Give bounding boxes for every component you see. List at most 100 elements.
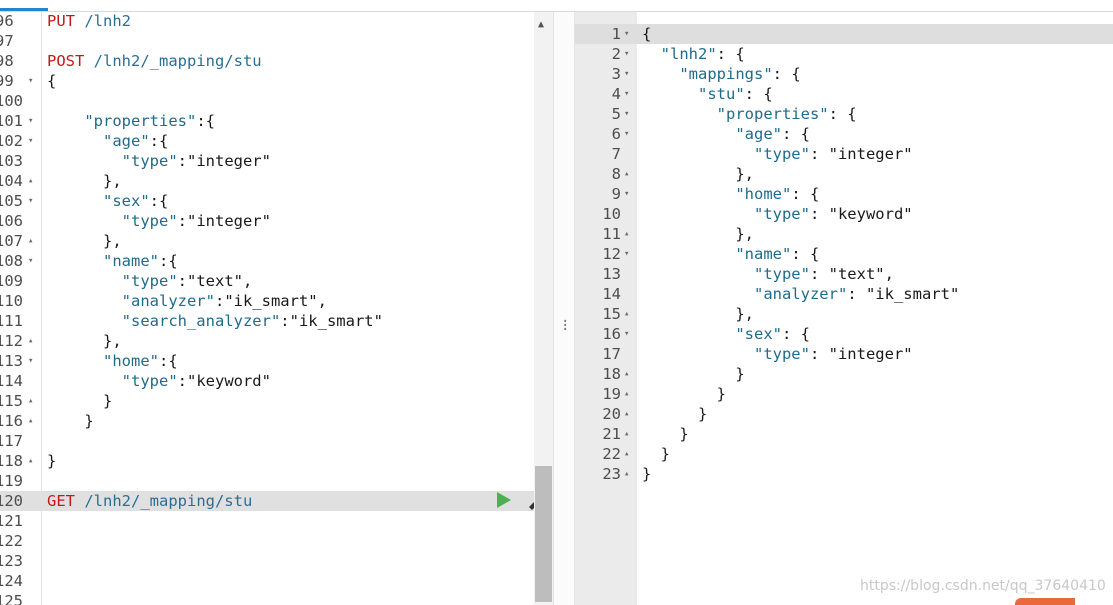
code-token: : { (781, 325, 810, 343)
editor-line[interactable]: 124 (0, 571, 534, 591)
editor-line[interactable]: 106 "type":"integer" (0, 211, 534, 231)
code-token: } (642, 385, 726, 403)
fold-collapse-icon[interactable]: ▴ (624, 224, 629, 244)
drag-handle-icon[interactable]: · · · (561, 315, 569, 337)
fold-expand-icon[interactable]: ▾ (28, 251, 33, 271)
code-text: }, (642, 224, 754, 244)
editor-line[interactable]: 115 ▴ } (0, 391, 534, 411)
editor-line[interactable]: 125 (0, 591, 534, 605)
fold-collapse-icon[interactable]: ▴ (28, 411, 33, 431)
response-viewer[interactable]: 1 ▾{2 ▾ "lnh2": {3 ▾ "mappings": {4 ▾ "stu":… (575, 12, 1113, 605)
code-token: } (47, 392, 113, 410)
fold-expand-icon[interactable]: ▾ (624, 244, 629, 264)
code-text: "lnh2": { (642, 44, 745, 64)
pane-splitter[interactable] (553, 12, 575, 605)
line-number: 111 (0, 312, 23, 330)
editor-line[interactable]: 110 "analyzer":"ik_smart", (0, 291, 534, 311)
code-token: "analyzer" (642, 285, 848, 303)
fold-expand-icon[interactable]: ▾ (624, 64, 629, 84)
editor-line[interactable]: 107 ▴ }, (0, 231, 534, 251)
editor-line[interactable]: 102 ▾ "age":{ (0, 131, 534, 151)
code-token: : "ik_smart" (847, 285, 960, 303)
code-token: "type" (47, 372, 178, 390)
code-token: "type" (642, 205, 810, 223)
fold-collapse-icon[interactable]: ▴ (28, 331, 33, 351)
line-number: 21 (602, 425, 621, 443)
editor-line[interactable]: 109 "type":"text", (0, 271, 534, 291)
editor-line[interactable]: 121 (0, 511, 534, 531)
fold-collapse-icon[interactable]: ▴ (624, 164, 629, 184)
fold-collapse-icon[interactable]: ▴ (624, 464, 629, 484)
fold-expand-icon[interactable]: ▾ (28, 351, 33, 371)
request-editor-lines[interactable]: 96PUT /lnh29798POST /lnh2/_mapping/stu99… (0, 12, 534, 605)
fold-collapse-icon[interactable]: ▴ (624, 384, 629, 404)
line-number: 99 (0, 72, 14, 90)
editor-line[interactable]: 96 PUT /lnh2 (0, 12, 534, 31)
code-token: }, (642, 165, 754, 183)
editor-line[interactable]: 111 "search_analyzer":"ik_smart" (0, 311, 534, 331)
scrollbar-thumb[interactable] (535, 466, 552, 602)
fold-collapse-icon[interactable]: ▴ (624, 364, 629, 384)
fold-collapse-icon[interactable]: ▴ (624, 304, 629, 324)
code-token: : { (716, 45, 745, 63)
fold-collapse-icon[interactable]: ▴ (624, 444, 629, 464)
editor-line[interactable]: 108 ▾ "name":{ (0, 251, 534, 271)
fold-expand-icon[interactable]: ▾ (624, 184, 629, 204)
fold-expand-icon[interactable]: ▾ (624, 24, 629, 44)
fold-expand-icon[interactable]: ▾ (28, 71, 33, 91)
editor-line[interactable]: 120 GET /lnh2/_mapping/stu (0, 491, 534, 511)
chevron-up-icon[interactable]: ▲ (538, 19, 544, 30)
fold-expand-icon[interactable]: ▾ (624, 324, 629, 344)
console-tab-indicator[interactable] (0, 8, 48, 11)
code-text: "age":{ (47, 131, 168, 151)
editor-line[interactable]: 98 POST /lnh2/_mapping/stu (0, 51, 534, 71)
editor-line[interactable]: 119 (0, 471, 534, 491)
line-number: 116 (0, 412, 23, 430)
code-token: : "integer" (809, 345, 913, 363)
request-editor[interactable]: 96PUT /lnh29798POST /lnh2/_mapping/stu99… (0, 12, 534, 605)
editor-line[interactable]: 101 ▾ "properties":{ (0, 111, 534, 131)
play-icon[interactable] (495, 490, 513, 510)
line-number: 22 (602, 445, 621, 463)
editor-line[interactable]: 113 ▾ "home":{ (0, 351, 534, 371)
code-token: : { (772, 65, 801, 83)
editor-line[interactable]: 118 ▴} (0, 451, 534, 471)
fold-collapse-icon[interactable]: ▴ (28, 231, 33, 251)
editor-line[interactable]: 114 "type":"keyword" (0, 371, 534, 391)
fold-expand-icon[interactable]: ▾ (624, 44, 629, 64)
code-text: "type":"integer" (47, 151, 271, 171)
code-token: :{ (149, 132, 169, 150)
editor-line[interactable]: 103 "type":"integer" (0, 151, 534, 171)
editor-line[interactable]: 112 ▴ }, (0, 331, 534, 351)
response-line: 14 "analyzer": "ik_smart" (575, 284, 1113, 304)
fold-expand-icon[interactable]: ▾ (28, 191, 33, 211)
fold-collapse-icon[interactable]: ▴ (28, 391, 33, 411)
editor-line[interactable]: 123 (0, 551, 534, 571)
fold-collapse-icon[interactable]: ▴ (28, 171, 33, 191)
code-token: }, (47, 232, 122, 250)
line-number: 12 (602, 245, 621, 263)
fold-expand-icon[interactable]: ▾ (624, 124, 629, 144)
code-text: "analyzer":"ik_smart", (47, 291, 327, 311)
editor-line[interactable]: 116 ▴ } (0, 411, 534, 431)
editor-line[interactable]: 100 (0, 91, 534, 111)
code-token: :{ (158, 252, 178, 270)
response-line: 8 ▴ }, (575, 164, 1113, 184)
editor-line[interactable]: 97 (0, 31, 534, 51)
editor-line[interactable]: 117 (0, 431, 534, 451)
code-token: GET (47, 492, 75, 510)
fold-expand-icon[interactable]: ▾ (624, 104, 629, 124)
fold-collapse-icon[interactable]: ▴ (624, 404, 629, 424)
fold-expand-icon[interactable]: ▾ (28, 111, 33, 131)
editor-line[interactable]: 99 ▾ { (0, 71, 534, 91)
fold-collapse-icon[interactable]: ▴ (28, 451, 33, 471)
code-text: "analyzer": "ik_smart" (642, 284, 959, 304)
editor-line[interactable]: 105 ▾ "sex":{ (0, 191, 534, 211)
editor-line[interactable]: 104 ▴ }, (0, 171, 534, 191)
code-text: GET /lnh2/_mapping/stu (47, 491, 252, 511)
fold-collapse-icon[interactable]: ▴ (624, 424, 629, 444)
editor-line[interactable]: 122 (0, 531, 534, 551)
code-token: } (642, 405, 708, 423)
fold-expand-icon[interactable]: ▾ (624, 84, 629, 104)
fold-expand-icon[interactable]: ▾ (28, 131, 33, 151)
